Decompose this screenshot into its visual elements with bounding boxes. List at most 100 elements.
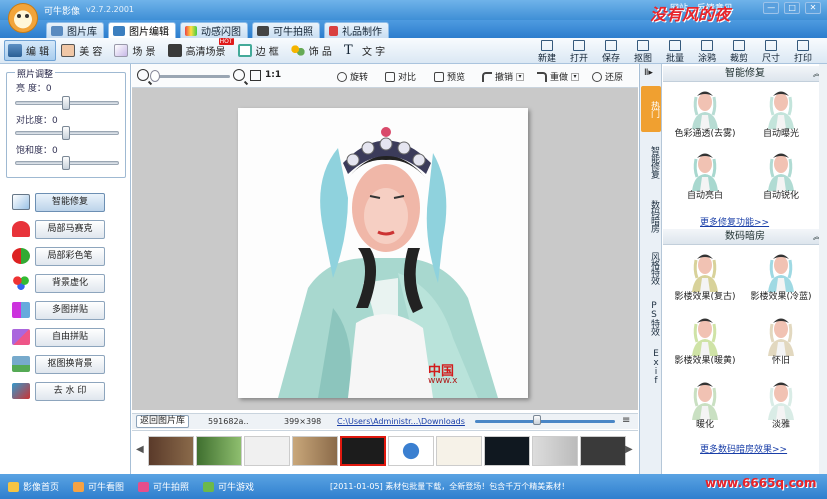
scroll-right-icon[interactable]: ▶ <box>625 444 633 455</box>
close-button[interactable]: ✕ <box>805 2 821 14</box>
effect-warm[interactable]: 暖化 <box>667 376 743 430</box>
fit-window-icon[interactable] <box>250 70 261 81</box>
right-panel-scrollbar[interactable] <box>819 64 827 474</box>
tab-camera[interactable]: 可牛拍照 <box>252 22 320 38</box>
zoom-slider[interactable] <box>150 70 230 82</box>
compare-button[interactable]: 对比 <box>385 70 416 83</box>
effect-auto-sharpen[interactable]: 自动锐化 <box>743 147 819 201</box>
print-button[interactable]: 打印 <box>787 39 819 64</box>
more-fix-link[interactable]: 更多修复功能>> <box>700 215 769 228</box>
zoom-thumb[interactable] <box>150 70 160 82</box>
smart-fix-button[interactable]: 智能修复 <box>35 192 105 212</box>
thumbnail-item[interactable] <box>292 436 338 466</box>
thumbnail-item[interactable] <box>196 436 242 466</box>
effect-auto-whiten[interactable]: 自动亮白 <box>667 147 743 201</box>
list-menu-icon[interactable]: ≡ <box>622 415 630 426</box>
slider-thumb[interactable] <box>533 415 541 425</box>
rtab-style[interactable]: 风格特效 <box>641 242 661 294</box>
scroll-left-icon[interactable]: ◀ <box>136 444 144 455</box>
camera-link[interactable]: 可牛拍照 <box>138 480 189 493</box>
slider-thumb[interactable] <box>62 156 70 170</box>
rtab-exif[interactable]: Exif <box>641 344 661 390</box>
mosaic-button[interactable]: 局部马赛克 <box>35 219 105 239</box>
tab-image-edit[interactable]: 图片编辑 <box>108 22 176 38</box>
thumbnail-item[interactable] <box>148 436 194 466</box>
cutout-icon <box>637 40 649 51</box>
thumbnail-item[interactable] <box>244 436 290 466</box>
tab-flash-gif[interactable]: 动感闪图 <box>180 22 248 38</box>
redo-button[interactable]: 重做 ▾ <box>537 70 580 83</box>
section-darkroom[interactable]: 数码暗房 ︽ <box>663 229 827 245</box>
thumbnail-item[interactable] <box>340 436 386 466</box>
tooltab-hd-scene[interactable]: 高清场景 HOT <box>164 38 234 61</box>
cutout-bg-button[interactable]: 抠图换背景 <box>35 354 105 374</box>
saturation-slider[interactable] <box>15 156 119 170</box>
home-link[interactable]: 影像首页 <box>8 480 59 493</box>
news-ticker[interactable]: [2011-01-05] 素材包批量下载，全新登场！包含千万个精美素材！ <box>330 481 569 492</box>
tooltab-accessory[interactable]: 饰 品 <box>287 40 339 61</box>
remove-watermark-button[interactable]: 去 水 印 <box>35 381 105 401</box>
tab-gift[interactable]: 礼品制作 <box>324 22 389 38</box>
file-path-link[interactable]: C:\Users\Administr...\Downloads <box>337 417 465 426</box>
effect-studio-retro[interactable]: 影楼效果(复古) <box>667 248 743 302</box>
free-collage-button[interactable]: 自由拼贴 <box>35 327 105 347</box>
photo-preview[interactable]: 中国 www.x <box>238 108 528 398</box>
actual-size-button[interactable]: 1:1 <box>265 70 281 80</box>
undo-dropdown-icon[interactable]: ▾ <box>516 72 525 81</box>
open-button[interactable]: 打开 <box>563 39 595 64</box>
tooltab-beauty[interactable]: 美 容 <box>57 40 109 61</box>
cutout-button[interactable]: 抠图 <box>627 39 659 64</box>
zoom-in-icon[interactable] <box>233 69 245 81</box>
effect-studio-warm[interactable]: 影楼效果(暖黄) <box>667 312 743 366</box>
tab-gallery[interactable]: 图片库 <box>46 22 104 38</box>
brightness-slider[interactable] <box>15 96 119 110</box>
tooltab-frame[interactable]: 边 框 <box>234 40 286 61</box>
crop-button[interactable]: 裁剪 <box>723 39 755 64</box>
contrast-slider[interactable] <box>15 126 119 140</box>
tooltab-text[interactable]: T文 字 <box>340 40 392 61</box>
blur-button[interactable]: 背景虚化 <box>35 273 105 293</box>
thumbnail-item[interactable] <box>580 436 626 466</box>
preview-button[interactable]: 预览 <box>434 70 465 83</box>
save-button[interactable]: 保存 <box>595 39 627 64</box>
thumbnail-item[interactable] <box>484 436 530 466</box>
rotate-button[interactable]: 旋转 <box>337 70 368 83</box>
rtab-ps[interactable]: PS特效 <box>641 294 661 342</box>
new-button[interactable]: 新建 <box>531 39 563 64</box>
thumbnail-item[interactable] <box>436 436 482 466</box>
thumbnail-item[interactable] <box>388 436 434 466</box>
effect-studio-cool-blue[interactable]: 影楼效果(冷蓝) <box>743 248 819 302</box>
doodle-button[interactable]: 涂鸦 <box>691 39 723 64</box>
viewer-link[interactable]: 可牛看图 <box>73 480 124 493</box>
redo-dropdown-icon[interactable]: ▾ <box>571 72 580 81</box>
tooltab-edit[interactable]: 编 辑 <box>4 40 57 61</box>
color-pen-button[interactable]: 局部彩色笔 <box>35 246 105 266</box>
minimize-button[interactable]: — <box>763 2 780 14</box>
image-canvas[interactable]: 中国 www.x <box>132 88 638 410</box>
maximize-button[interactable]: □ <box>784 2 801 14</box>
effect-elegant[interactable]: 淡雅 <box>743 376 819 430</box>
effect-auto-exposure[interactable]: 自动曝光 <box>743 85 819 139</box>
restore-button[interactable]: 还原 <box>592 70 623 83</box>
cbtn-label: 旋转 <box>350 73 369 83</box>
thumbnail-item[interactable] <box>532 436 578 466</box>
slider-thumb[interactable] <box>62 96 70 110</box>
undo-button[interactable]: 撤销 ▾ <box>482 70 525 83</box>
section-smart-fix[interactable]: 智能修复 ︽ <box>663 66 827 82</box>
resize-button[interactable]: 尺寸 <box>755 39 787 64</box>
tooltab-scene[interactable]: 场 景 <box>110 40 162 61</box>
rtab-hot[interactable]: 热门 <box>641 86 661 132</box>
back-to-gallery-button[interactable]: 返回图片库 <box>136 415 190 428</box>
slider-thumb[interactable] <box>62 126 70 140</box>
collage-button[interactable]: 多图拼贴 <box>35 300 105 320</box>
effect-nostalgia[interactable]: 怀旧 <box>743 312 819 366</box>
batch-button[interactable]: 批量 <box>659 39 691 64</box>
thumbnail-size-slider[interactable] <box>475 415 615 425</box>
more-darkroom-link[interactable]: 更多数码暗房效果>> <box>700 442 787 455</box>
rtab-darkroom[interactable]: 数码暗房 <box>641 190 661 242</box>
effect-defog[interactable]: 色彩通透(去雾) <box>667 85 743 139</box>
zoom-out-icon[interactable] <box>137 69 149 81</box>
rtab-smart-fix[interactable]: 智能修复 <box>641 136 661 188</box>
games-link[interactable]: 可牛游戏 <box>203 480 254 493</box>
panel-collapse-icon[interactable]: Ⅱ▸ <box>644 68 653 78</box>
